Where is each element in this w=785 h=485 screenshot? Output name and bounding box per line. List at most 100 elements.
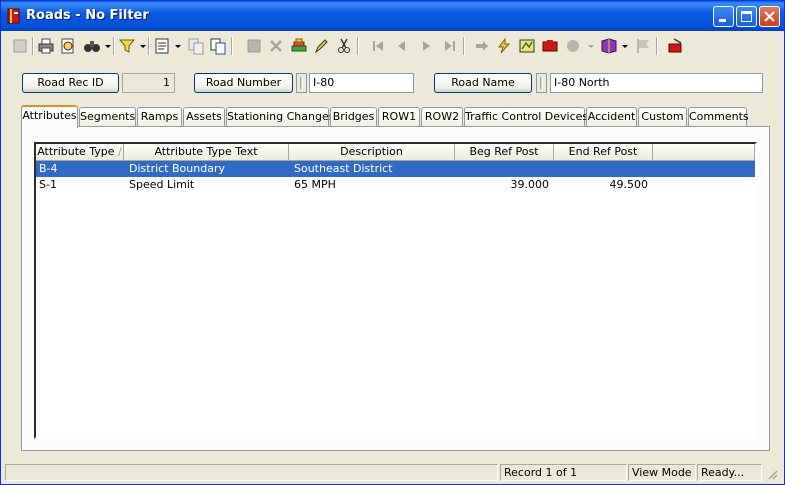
tab-assets[interactable]: Assets [183,107,225,126]
link-button[interactable] [562,35,584,57]
road-name-field[interactable]: I-80 North [550,73,763,93]
table-row[interactable]: S-1 Speed Limit 65 MPH 39.000 49.500 [36,177,755,193]
refresh-button[interactable] [493,35,515,57]
paste-button[interactable] [207,35,229,57]
minimize-icon [719,19,726,22]
toolbar-separator [231,37,233,55]
copy-button[interactable] [185,35,207,57]
exit-door-icon [668,38,682,53]
tab-ramps[interactable]: Ramps [137,107,182,126]
goto-button[interactable] [471,35,493,57]
find-dropdown-icon[interactable] [105,44,111,50]
tab-accident[interactable]: Accident [586,107,637,126]
flag-button[interactable] [632,35,654,57]
grid-header: Attribute Type / Attribute Type Text Des… [36,144,755,161]
resize-grip-icon[interactable] [766,468,778,480]
sort-indicator-icon: / [118,145,122,158]
maximize-button[interactable] [736,6,757,27]
cell-description: Southeast District [294,162,393,175]
tab-strip: Attributes Segments Ramps Assets Station… [21,105,751,128]
toolbar-separator [148,37,150,55]
column-header-beg-ref-post[interactable]: Beg Ref Post [455,144,554,161]
tab-stationing-changes[interactable]: Stationing Changes [226,107,334,126]
exit-button[interactable] [664,35,686,57]
tab-row2[interactable]: ROW2 [421,107,463,126]
road-number-grip[interactable] [296,73,307,93]
delete-x-icon [270,40,282,52]
cell-end-ref-post [554,161,648,177]
report-button[interactable] [151,35,173,57]
print-button[interactable] [35,35,57,57]
binoculars-icon [84,41,100,52]
tab-bridges[interactable]: Bridges [330,107,377,126]
highway-sign-button[interactable] [539,35,561,57]
window-title: Roads - No Filter [26,8,149,23]
delete-button[interactable] [265,35,287,57]
attributes-grid[interactable]: Attribute Type / Attribute Type Text Des… [34,142,757,439]
last-record-button[interactable] [439,35,461,57]
link-dropdown-icon[interactable] [588,44,594,50]
print-preview-button[interactable] [57,35,79,57]
close-icon [764,11,775,22]
tab-custom[interactable]: Custom [638,107,687,126]
next-record-icon [423,41,430,51]
cell-attribute-type: S-1 [39,178,57,191]
attributes-tab-panel: Attribute Type / Attribute Type Text Des… [21,126,770,451]
toolbar [7,34,779,60]
column-header-attribute-type-text[interactable]: Attribute Type Text [124,144,289,161]
road-name-button[interactable]: Road Name [434,73,532,93]
save-icon [247,39,261,53]
column-header-end-ref-post[interactable]: End Ref Post [554,144,653,161]
app-book-icon [7,8,20,24]
road-rec-id-button[interactable]: Road Rec ID [22,73,119,93]
lightning-icon [498,37,511,54]
paste-icon [210,38,226,55]
goto-arrow-icon [476,41,488,51]
next-record-button[interactable] [415,35,437,57]
minimize-button[interactable] [713,6,734,27]
toolbar-separator [113,37,115,55]
book-dropdown-icon[interactable] [622,44,628,50]
edit-button[interactable] [310,35,332,57]
road-number-field[interactable]: I-80 [309,73,414,93]
road-name-grip[interactable] [536,73,547,93]
report-dropdown-icon[interactable] [175,44,181,50]
maximize-icon [741,11,752,22]
road-rec-id-field: 1 [122,73,175,93]
status-mode: View Mode [628,464,696,481]
previous-record-button[interactable] [391,35,413,57]
map-button[interactable] [516,35,538,57]
filter-button[interactable] [116,35,138,57]
close-button[interactable] [759,6,780,27]
copy-icon [188,38,204,55]
cell-attribute-type: B-4 [39,162,58,175]
book-icon [601,38,617,54]
status-record: Record 1 of 1 [500,464,627,481]
tab-comments[interactable]: Comments [688,107,749,126]
table-row[interactable]: B-4 District Boundary Southeast District [36,161,755,177]
tab-segments[interactable]: Segments [79,107,136,126]
flag-icon [637,39,649,53]
stamp-button[interactable] [288,35,310,57]
filter-dropdown-icon[interactable] [140,44,146,50]
tab-traffic-control-devices[interactable]: Traffic Control Devices [464,107,588,126]
column-header-description[interactable]: Description [289,144,455,161]
cell-description: 65 MPH [294,178,336,191]
pencil-icon [314,39,328,54]
tab-attributes[interactable]: Attributes [21,105,78,128]
last-record-icon [445,41,455,51]
new-record-button[interactable] [9,35,31,57]
cut-button[interactable] [333,35,355,57]
print-preview-icon [61,38,74,54]
road-number-button[interactable]: Road Number [194,73,293,93]
title-bar[interactable]: Roads - No Filter [1,1,784,31]
tab-row1[interactable]: ROW1 [378,107,420,126]
cell-beg-ref-post [455,161,549,177]
roads-window: Roads - No Filter Road Rec ID 1 Road Num… [0,0,785,485]
find-button[interactable] [81,35,103,57]
first-record-button[interactable] [367,35,389,57]
save-button[interactable] [243,35,265,57]
column-header-attribute-type[interactable]: Attribute Type / [36,144,124,161]
cell-end-ref-post: 49.500 [609,178,649,191]
book-button[interactable] [598,35,620,57]
